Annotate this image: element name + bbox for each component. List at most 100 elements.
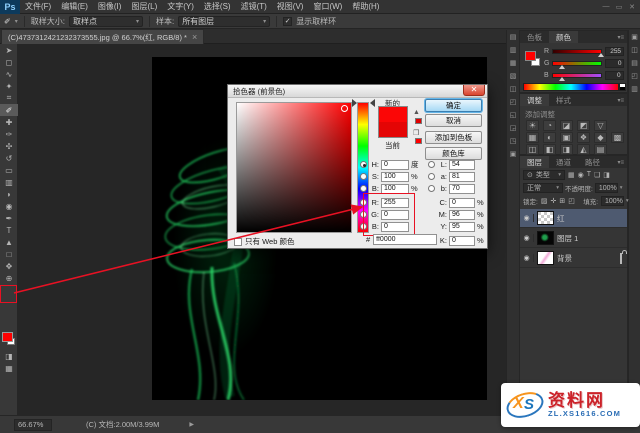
tab-styles[interactable]: 样式 <box>549 94 578 106</box>
h-input[interactable] <box>381 160 409 170</box>
layer-filter-icon-3[interactable]: ❏ <box>594 171 600 179</box>
history-brush-tool[interactable]: ↺ <box>0 152 18 164</box>
dock-icon-0[interactable]: ▣ <box>629 30 640 43</box>
k-input[interactable] <box>449 236 475 246</box>
blur-tool[interactable]: ◗ <box>0 188 18 200</box>
panel-menu-icon[interactable]: ▾≡ <box>617 156 627 168</box>
color-field-marker[interactable] <box>341 105 348 112</box>
l-input[interactable] <box>449 160 475 170</box>
l-radio[interactable] <box>428 161 435 168</box>
move-tool[interactable]: ➤ <box>0 44 18 56</box>
lock-icon-0[interactable]: ▨ <box>541 197 548 205</box>
layer-name[interactable]: 红 <box>557 213 565 224</box>
dock-panel-icon-9[interactable]: ▣ <box>507 147 519 160</box>
close-icon[interactable]: ✕ <box>627 3 637 11</box>
b-radio[interactable] <box>360 185 367 192</box>
dock-icon-1[interactable]: ◫ <box>629 43 640 56</box>
dock-icon-2[interactable]: ▤ <box>629 56 640 69</box>
zoom-tool[interactable]: ⊕ <box>0 272 18 284</box>
opacity-dropdown[interactable]: 100% ▾ <box>595 183 618 193</box>
dock-panel-icon-0[interactable]: ▤ <box>507 30 519 43</box>
r-input[interactable] <box>381 198 409 208</box>
visibility-eye-icon[interactable]: ◉ <box>520 254 534 262</box>
current-color-swatch[interactable] <box>378 122 408 138</box>
m-input[interactable] <box>449 210 475 220</box>
layer-filter-icon-0[interactable]: ▦ <box>568 171 575 179</box>
tab-color[interactable]: 颜色 <box>549 31 578 43</box>
layer-filter-icon-4[interactable]: ◨ <box>603 171 610 179</box>
menu-item-0[interactable]: 文件(F) <box>20 0 56 14</box>
dock-panel-icon-5[interactable]: ◰ <box>507 95 519 108</box>
menu-item-9[interactable]: 帮助(H) <box>347 0 384 14</box>
eraser-tool[interactable]: ▭ <box>0 164 18 176</box>
c-input[interactable] <box>449 198 475 208</box>
web-safe-color-chip[interactable] <box>415 138 422 144</box>
adjustment-icon-1-3[interactable]: ❖ <box>577 132 590 143</box>
dock-icon-4[interactable]: ▥ <box>629 82 640 95</box>
tab-swatches[interactable]: 色板 <box>520 31 549 43</box>
document-tab[interactable]: (C)4737312421232373555.jpg @ 66.7%(红, RG… <box>1 29 204 44</box>
visibility-eye-icon[interactable]: ◉ <box>520 234 534 242</box>
layer-filter-dropdown[interactable]: ⊙ 类型 ▾ <box>523 170 565 180</box>
dock-panel-icon-8[interactable]: ◳ <box>507 134 519 147</box>
zoom-level-field[interactable]: 66.67% <box>14 419 52 431</box>
layer-row-background[interactable]: ◉ 背景 <box>520 249 627 268</box>
adjustment-icon-2-0[interactable]: ◫ <box>526 144 539 155</box>
healing-brush-tool[interactable]: ✚ <box>0 116 18 128</box>
menu-item-7[interactable]: 视图(V) <box>272 0 309 14</box>
b2-radio[interactable] <box>360 223 367 230</box>
gamut-color-chip[interactable] <box>415 118 422 124</box>
visibility-eye-icon[interactable]: ◉ <box>520 214 534 222</box>
lab-b-radio[interactable] <box>428 185 435 192</box>
ok-button[interactable]: 确定 <box>425 99 482 112</box>
tab-layers[interactable]: 图层 <box>520 156 549 168</box>
quick-select-tool[interactable]: ✦ <box>0 80 18 92</box>
adjustment-icon-1-5[interactable]: ▩ <box>611 132 624 143</box>
color-ramp-bw-swatches[interactable] <box>619 83 626 91</box>
adjustment-icon-1-0[interactable]: ▦ <box>526 132 539 143</box>
color-ramp[interactable] <box>523 83 619 91</box>
fill-dropdown[interactable]: 100% ▾ <box>601 196 624 206</box>
sample-dropdown[interactable]: 所有图层 ▾ <box>178 16 270 27</box>
adjustment-icon-1-2[interactable]: ▣ <box>560 132 573 143</box>
adjustment-icon-1-1[interactable]: ◐ <box>543 132 556 143</box>
adjustment-icon-0-3[interactable]: ◩ <box>577 120 590 131</box>
blue-slider-value[interactable]: 0 <box>605 71 624 80</box>
clone-stamp-tool[interactable]: ✣ <box>0 140 18 152</box>
layer-thumbnail[interactable] <box>537 211 554 225</box>
foreground-color-swatch[interactable] <box>2 332 13 342</box>
blue-slider[interactable] <box>552 73 602 78</box>
h-radio[interactable] <box>360 161 367 168</box>
panel-menu-icon[interactable]: ▾≡ <box>617 31 627 43</box>
cancel-button[interactable]: 取消 <box>425 114 482 127</box>
add-to-swatches-button[interactable]: 添加到色板 <box>425 131 482 144</box>
adjustment-icon-1-4[interactable]: ◆ <box>594 132 607 143</box>
layer-row-layer1[interactable]: ◉ 图层 1 <box>520 229 627 248</box>
brush-tool[interactable]: ✑ <box>0 128 18 140</box>
dock-panel-icon-1[interactable]: ▥ <box>507 43 519 56</box>
close-tab-icon[interactable]: × <box>192 32 197 42</box>
quick-mask-icon[interactable]: ◨ <box>0 352 18 361</box>
show-sampling-ring-checkbox[interactable]: ✓ <box>283 17 292 26</box>
status-expand-icon[interactable]: ▶ <box>189 421 194 428</box>
adjustment-icon-0-0[interactable]: ☀ <box>526 120 539 131</box>
web-only-checkbox[interactable] <box>234 238 242 246</box>
mini-foreground-swatch[interactable] <box>525 51 536 61</box>
tab-channels[interactable]: 通道 <box>549 156 578 168</box>
adjustment-icon-2-4[interactable]: ▤ <box>594 144 607 155</box>
tab-paths[interactable]: 路径 <box>578 156 607 168</box>
adjustment-icon-2-3[interactable]: ◭ <box>577 144 590 155</box>
a-input[interactable] <box>449 172 475 182</box>
menu-item-1[interactable]: 编辑(E) <box>56 0 93 14</box>
r-radio[interactable] <box>360 199 367 206</box>
layer-name[interactable]: 背景 <box>557 253 572 264</box>
lasso-tool[interactable]: ∿ <box>0 68 18 80</box>
g-input[interactable] <box>381 210 409 220</box>
a-radio[interactable] <box>428 173 435 180</box>
layer-name[interactable]: 图层 1 <box>557 233 578 244</box>
dock-panel-icon-4[interactable]: ◫ <box>507 82 519 95</box>
layer-row-red[interactable]: ◉ 红 <box>520 209 627 228</box>
dock-panel-icon-6[interactable]: ◱ <box>507 108 519 121</box>
restore-icon[interactable]: ▭ <box>614 3 624 11</box>
adjustment-icon-0-1[interactable]: ◔ <box>543 120 556 131</box>
